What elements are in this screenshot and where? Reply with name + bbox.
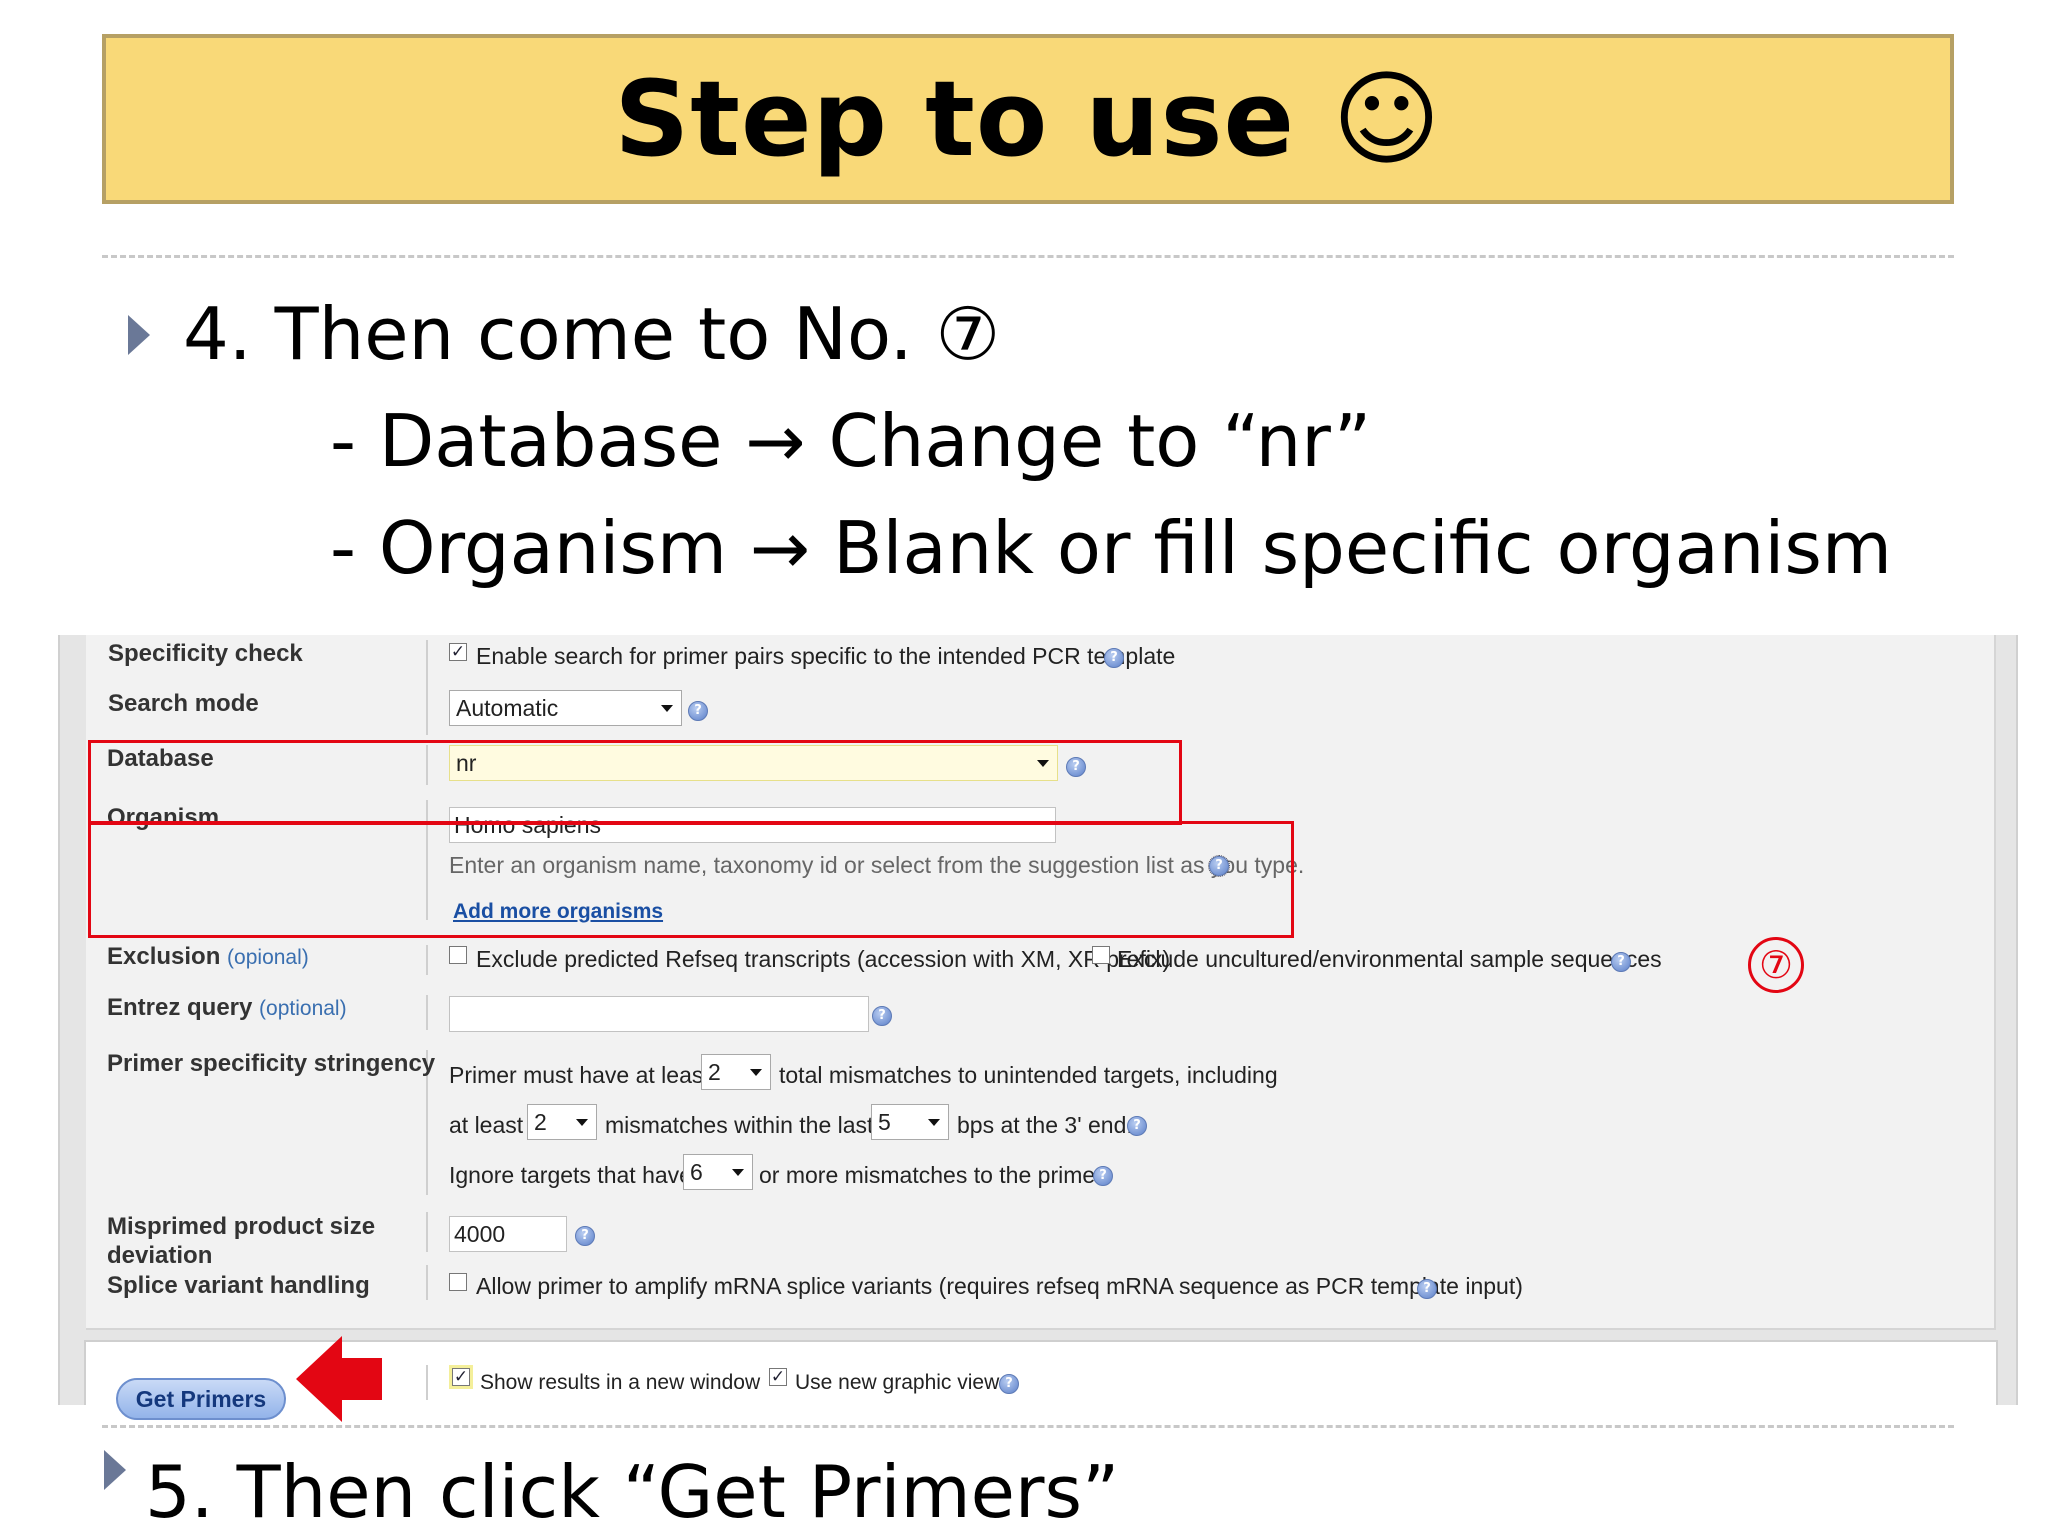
chevron-down-icon xyxy=(732,1169,744,1176)
chevron-down-icon xyxy=(576,1119,588,1126)
database-instruction: - Database → Change to “nr” xyxy=(330,399,1372,483)
separator xyxy=(426,1265,428,1300)
specificity-checkbox-text: Enable search for primer pairs specific … xyxy=(476,643,1176,669)
organism-instruction: - Organism → Blank or fill specific orga… xyxy=(330,506,1893,590)
show-new-window-text: Show results in a new window xyxy=(480,1371,761,1394)
ignore-targets-value: 6 xyxy=(690,1159,703,1185)
separator xyxy=(426,995,428,1030)
help-icon[interactable]: ? xyxy=(1417,1279,1437,1299)
splice-variant-checkbox[interactable] xyxy=(449,1273,467,1291)
splice-variant-label: Splice variant handling xyxy=(107,1272,370,1299)
misprimed-label-line1: Misprimed product size xyxy=(107,1213,376,1240)
title-banner: Step to use ☺ xyxy=(102,34,1954,204)
search-mode-value: Automatic xyxy=(456,695,559,721)
exclusion-label-text: Exclusion xyxy=(107,943,221,970)
stringency-row2-post: bps at the 3' end. xyxy=(957,1112,1133,1138)
exclusion-label-note: (opional) xyxy=(227,946,309,969)
splice-variant-text: Allow primer to amplify mRNA splice vari… xyxy=(476,1273,1523,1299)
exclusion-label: Exclusion (opional) xyxy=(107,943,309,971)
separator xyxy=(426,690,428,735)
misprimed-size-input[interactable]: 4000 xyxy=(449,1216,567,1252)
divider-top xyxy=(102,255,1954,258)
entrez-query-label-note: (optional) xyxy=(259,997,347,1020)
stringency-row2-mid: mismatches within the last xyxy=(605,1112,874,1138)
separator xyxy=(426,945,428,975)
help-icon[interactable]: ? xyxy=(1104,648,1124,668)
exclude-predicted-checkbox[interactable] xyxy=(449,946,467,964)
help-icon[interactable]: ? xyxy=(1611,952,1631,972)
primer-stringency-label: Primer specificity stringency xyxy=(107,1050,436,1077)
chevron-down-icon xyxy=(661,705,673,712)
show-new-window-checkbox[interactable]: ✓ xyxy=(452,1368,470,1386)
help-icon[interactable]: ? xyxy=(1127,1116,1147,1136)
ignore-targets-select[interactable]: 6 xyxy=(683,1154,753,1190)
divider-bottom xyxy=(102,1425,1954,1428)
help-icon[interactable]: ? xyxy=(575,1226,595,1246)
entrez-query-input[interactable] xyxy=(449,996,869,1032)
get-primers-button[interactable]: Get Primers xyxy=(116,1378,286,1420)
separator xyxy=(426,640,428,690)
stringency-row1-post: total mismatches to unintended targets, … xyxy=(779,1062,1278,1088)
bullet-icon xyxy=(128,315,150,355)
last-bps-value: 5 xyxy=(878,1109,891,1135)
misprimed-label-line2: deviation xyxy=(107,1242,213,1269)
exclude-uncultured-text: Exclude uncultured/environmental sample … xyxy=(1117,946,1662,972)
organism-highlight-box xyxy=(88,821,1294,938)
stringency-row2-pre: at least xyxy=(449,1112,524,1138)
step5-text: 5. Then click “Get Primers” xyxy=(145,1450,1120,1534)
help-icon[interactable]: ? xyxy=(1093,1166,1113,1186)
stringency-row3-pre: Ignore targets that have xyxy=(449,1162,692,1188)
new-graphic-view-text: Use new graphic view xyxy=(795,1371,1000,1394)
entrez-query-label-text: Entrez query xyxy=(107,994,253,1021)
slide-title: Step to use ☺ xyxy=(614,58,1442,180)
total-mismatch-select[interactable]: 2 xyxy=(701,1054,771,1090)
exclude-predicted-text: Exclude predicted Refseq transcripts (ac… xyxy=(476,946,1171,972)
mismatch-count-select[interactable]: 2 xyxy=(527,1104,597,1140)
chevron-down-icon xyxy=(928,1119,940,1126)
stringency-row3-post: or more mismatches to the primer. xyxy=(759,1162,1108,1188)
separator xyxy=(426,1365,428,1400)
specificity-check-label: Specificity check xyxy=(108,640,303,667)
red-arrow-icon xyxy=(296,1336,382,1422)
new-graphic-view-checkbox[interactable]: ✓ xyxy=(769,1368,787,1386)
exclude-uncultured-checkbox[interactable] xyxy=(1092,946,1110,964)
chevron-down-icon xyxy=(750,1069,762,1076)
database-highlight-box xyxy=(88,740,1182,825)
bullet-icon xyxy=(104,1450,126,1490)
help-icon[interactable]: ? xyxy=(872,1006,892,1026)
mismatch-count-value: 2 xyxy=(534,1109,547,1135)
step4-text: 4. Then come to No. ⑦ xyxy=(183,292,1001,376)
total-mismatch-value: 2 xyxy=(708,1059,721,1085)
stringency-row1-pre: Primer must have at least xyxy=(449,1062,710,1088)
separator xyxy=(426,1212,428,1252)
specificity-checkbox[interactable]: ✓ xyxy=(449,643,467,661)
entrez-query-label: Entrez query (optional) xyxy=(107,994,347,1022)
search-mode-label: Search mode xyxy=(108,690,259,717)
help-icon[interactable]: ? xyxy=(999,1374,1019,1394)
search-mode-select[interactable]: Automatic xyxy=(449,690,682,726)
step-marker-7: ⑦ xyxy=(1748,937,1804,993)
help-icon[interactable]: ? xyxy=(688,701,708,721)
last-bps-select[interactable]: 5 xyxy=(871,1104,949,1140)
